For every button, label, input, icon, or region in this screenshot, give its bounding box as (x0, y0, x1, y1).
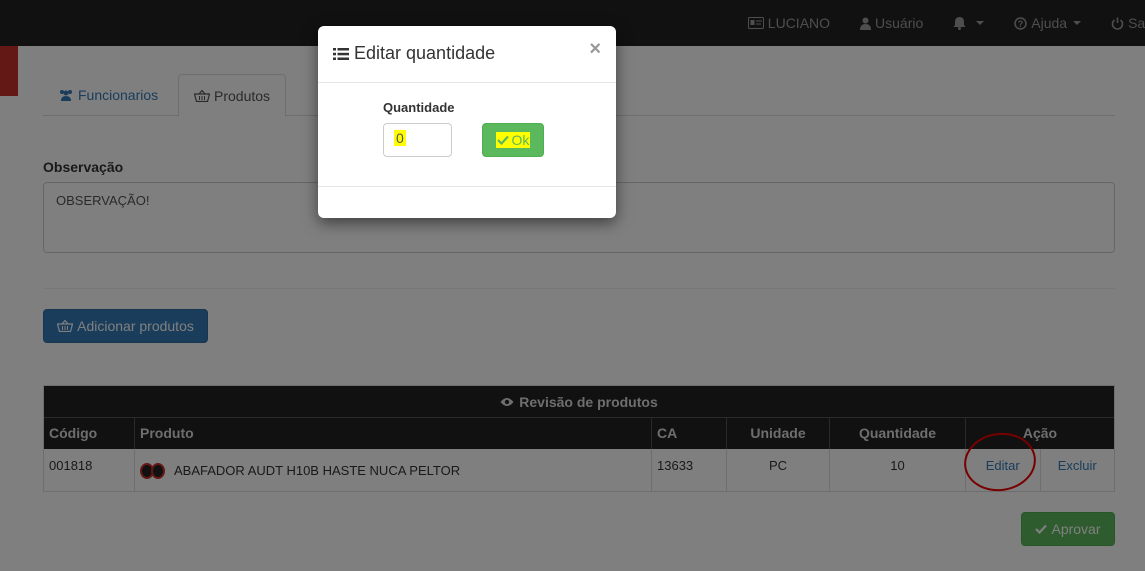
list-icon (333, 47, 349, 60)
edit-quantity-modal: Editar quantidade × Quantidade 0 Ok (318, 26, 616, 218)
modal-title: Editar quantidade (333, 43, 495, 64)
quantity-label: Quantidade (383, 100, 455, 115)
ok-button-content: Ok (495, 132, 531, 148)
ok-button[interactable]: Ok (482, 123, 544, 157)
quantity-value: 0 (394, 130, 406, 146)
quantity-input[interactable]: 0 (383, 123, 452, 157)
ok-label: Ok (511, 132, 530, 148)
modal-body: Quantidade 0 Ok (318, 83, 616, 187)
modal-title-text: Editar quantidade (354, 43, 496, 63)
check-icon (496, 135, 509, 145)
modal-header: Editar quantidade × (318, 26, 616, 83)
close-icon[interactable]: × (589, 39, 601, 59)
